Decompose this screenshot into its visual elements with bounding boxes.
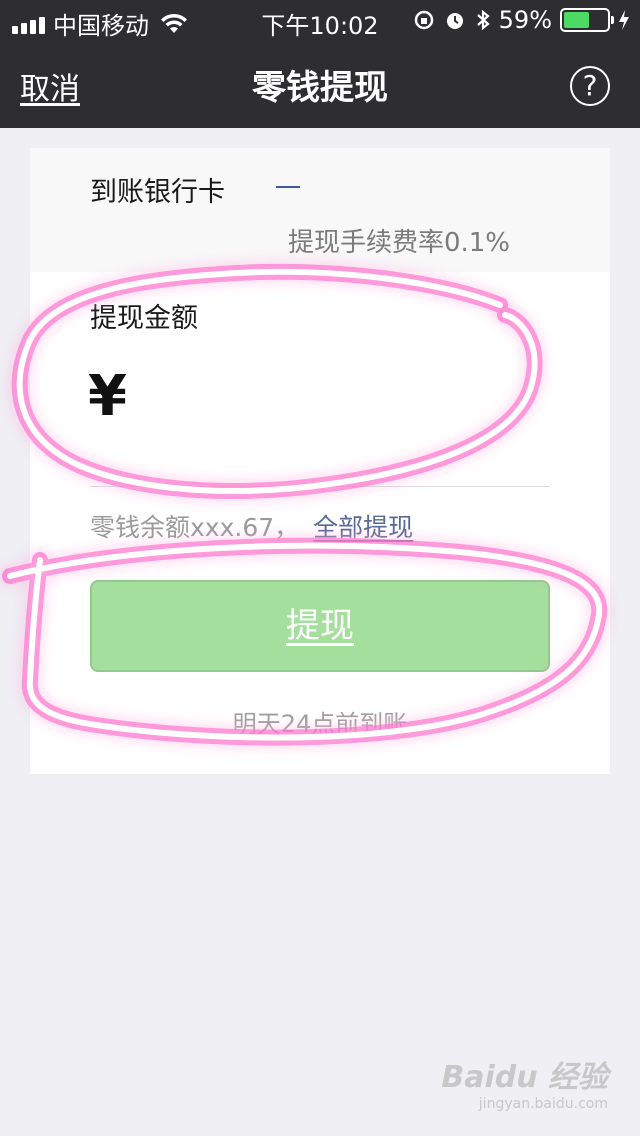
carrier-name: 中国移动 — [53, 12, 149, 40]
bank-card-label: 到账银行卡 — [90, 177, 225, 208]
currency-symbol: ¥ — [88, 364, 127, 429]
battery-icon — [560, 8, 614, 32]
bluetooth-icon — [476, 9, 490, 31]
question-mark-icon: ? — [582, 69, 598, 102]
page-title: 零钱提现 — [252, 68, 388, 108]
charging-icon — [619, 10, 629, 30]
status-left: 中国移动 — [12, 6, 189, 41]
watermark-url: jingyan.baidu.com — [478, 1096, 608, 1112]
battery-percent: 59% — [498, 6, 552, 34]
status-right: 59% — [413, 6, 630, 34]
wifi-icon — [161, 13, 187, 33]
status-bar: 中国移动 下午10:02 59% — [0, 0, 640, 40]
amount-divider — [90, 486, 550, 487]
rotation-lock-icon — [414, 10, 433, 30]
battery-fill — [564, 12, 589, 28]
fee-rate-text: 提现手续费率0.1% — [287, 228, 510, 258]
balance-text: 零钱余额xxx.67， — [90, 513, 300, 542]
watermark: Baidu 经验 jingyan.baidu.com — [441, 1052, 608, 1112]
signal-icon — [12, 14, 45, 34]
bank-card-value — [276, 178, 300, 188]
balance-row: 零钱余额xxx.67， 全部提现 — [90, 508, 413, 544]
cancel-button[interactable]: 取消 — [20, 64, 80, 108]
alarm-icon — [446, 13, 463, 29]
withdraw-button-label: 提现 — [286, 606, 354, 646]
help-button[interactable]: ? — [570, 66, 610, 106]
amount-input[interactable] — [150, 368, 550, 438]
bank-card-selector[interactable]: 到账银行卡 提现手续费率0.1% — [30, 148, 610, 272]
withdraw-all-link[interactable]: 全部提现 — [313, 508, 413, 544]
status-time: 下午10:02 — [261, 12, 379, 40]
arrival-time-note: 明天24点前到账 — [232, 710, 408, 738]
withdraw-button[interactable]: 提现 — [90, 580, 550, 672]
watermark-brand: Baidu 经验 — [441, 1060, 608, 1095]
withdraw-form-card: 到账银行卡 提现手续费率0.1% 提现金额 ¥ 零钱余额xxx.67， 全部提现… — [30, 148, 610, 774]
amount-label: 提现金额 — [90, 303, 198, 334]
navigation-bar: 中国移动 下午10:02 59% 取消 零钱提现 ? — [0, 0, 640, 128]
